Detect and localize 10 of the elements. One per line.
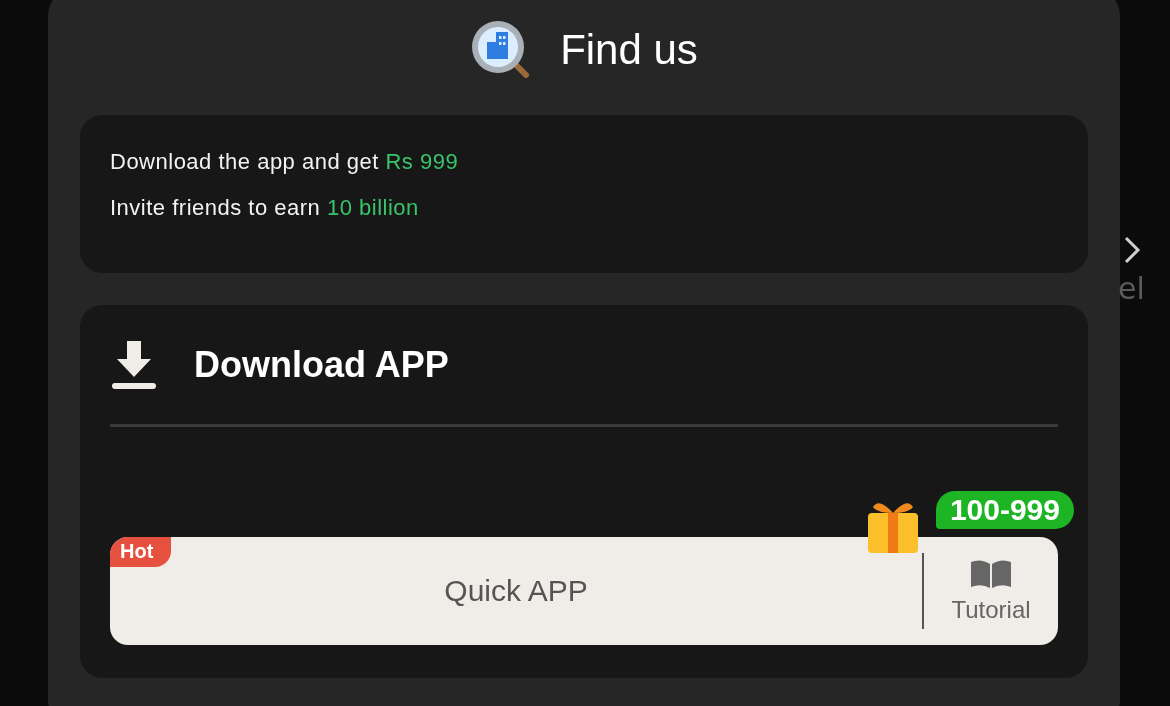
background-text: el bbox=[1118, 274, 1145, 304]
reward-badge: 100-999 bbox=[935, 491, 1074, 529]
download-title: Download APP bbox=[194, 344, 449, 386]
promo-text: Invite friends to earn 10 billion bbox=[110, 195, 420, 221]
download-icon bbox=[110, 339, 158, 391]
book-icon bbox=[969, 558, 1013, 590]
tutorial-button[interactable]: Tutorial bbox=[924, 537, 1058, 645]
hot-tag: Hot bbox=[110, 537, 172, 567]
dialog-title: Find us bbox=[560, 26, 698, 74]
promo-text: Download the app and get Rs 999 bbox=[110, 149, 460, 175]
